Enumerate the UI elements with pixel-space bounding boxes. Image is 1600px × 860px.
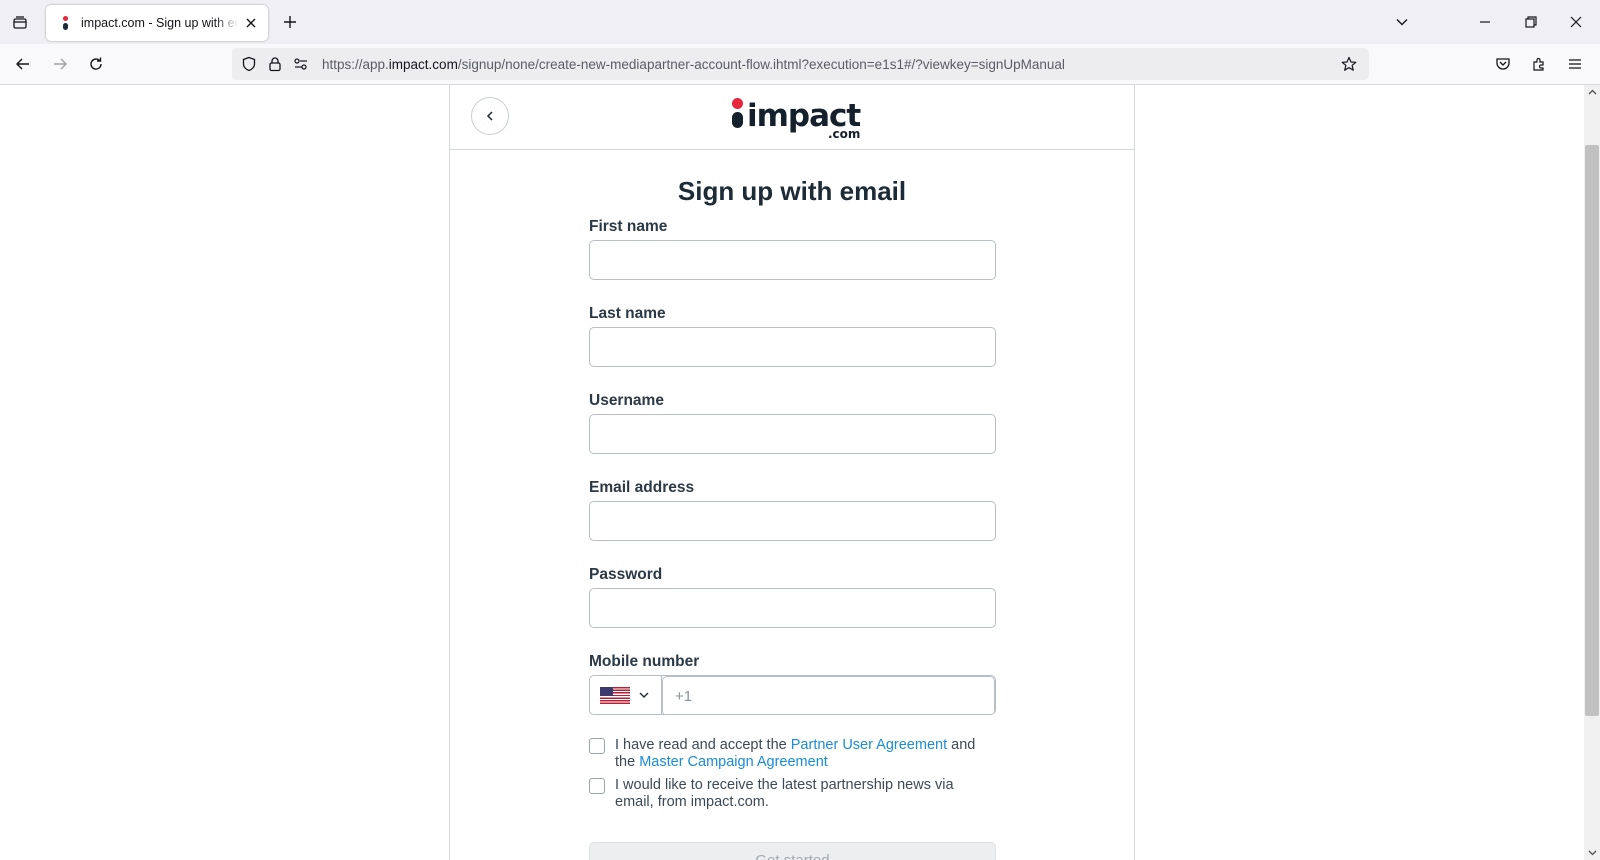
address-bar[interactable]: https://app.impact.com/signup/none/creat… (232, 48, 1369, 80)
agreement-row: I have read and accept the Partner User … (589, 737, 996, 771)
us-flag-icon (600, 686, 630, 704)
first-name-input[interactable] (589, 240, 996, 280)
tab-title: impact.com - Sign up with email (81, 16, 238, 30)
partner-user-agreement-link[interactable]: Partner User Agreement (791, 737, 947, 753)
scroll-up-icon[interactable] (1584, 85, 1600, 99)
tracking-shield-icon[interactable] (238, 53, 260, 75)
email-label: Email address (589, 479, 695, 496)
forward-arrow-icon[interactable] (46, 50, 74, 78)
permissions-icon[interactable] (290, 53, 312, 75)
card-header: impact .com (450, 85, 1134, 150)
master-campaign-agreement-link[interactable]: Master Campaign Agreement (639, 754, 828, 770)
close-tab-icon[interactable] (242, 14, 260, 32)
minimize-icon[interactable] (1471, 8, 1499, 36)
browser-tab[interactable]: impact.com - Sign up with email (46, 5, 268, 41)
phone-field (589, 675, 996, 715)
signup-form: First name Last name Username Email addr… (589, 218, 996, 811)
newsletter-checkbox[interactable] (589, 778, 605, 794)
chevron-left-icon (486, 111, 493, 121)
browser-tab-bar: impact.com - Sign up with email (0, 0, 1600, 44)
scroll-thumb[interactable] (1585, 145, 1599, 716)
mobile-label: Mobile number (589, 653, 700, 670)
reload-icon[interactable] (82, 50, 110, 78)
bookmark-star-icon[interactable] (1337, 52, 1361, 76)
mobile-group: Mobile number (589, 653, 996, 740)
browser-nav-bar: https://app.impact.com/signup/none/creat… (0, 44, 1600, 85)
newsletter-text: I would like to receive the latest partn… (615, 777, 954, 810)
tab-list-icon[interactable] (6, 9, 34, 37)
page-scrollbar[interactable] (1584, 85, 1600, 860)
email-group: Email address (589, 479, 996, 566)
page-title: Sign up with email (677, 176, 907, 206)
restore-icon[interactable] (1517, 8, 1545, 36)
password-label: Password (589, 566, 663, 583)
page-viewport: impact .com Sign up with email First nam… (0, 85, 1584, 860)
url-text[interactable]: https://app.impact.com/signup/none/creat… (322, 57, 1337, 72)
mobile-number-input[interactable] (662, 676, 995, 714)
last-name-input[interactable] (589, 327, 996, 367)
pocket-icon[interactable] (1489, 50, 1517, 78)
signup-card: impact .com Sign up with email First nam… (449, 85, 1135, 860)
agreement-text: I have read and accept the Partner User … (615, 737, 976, 770)
impact-favicon-icon (57, 15, 73, 31)
list-all-tabs-icon[interactable] (1388, 8, 1416, 36)
username-group: Username (589, 392, 996, 479)
close-window-icon[interactable] (1562, 8, 1590, 36)
password-input[interactable] (589, 588, 996, 628)
newsletter-row: I would like to receive the latest partn… (589, 777, 996, 811)
chevron-down-icon (639, 692, 649, 698)
back-arrow-icon[interactable] (9, 50, 37, 78)
country-selector[interactable] (590, 676, 662, 714)
get-started-button[interactable]: Get started (589, 842, 996, 860)
new-tab-icon[interactable] (278, 10, 302, 34)
app-menu-icon[interactable] (1561, 50, 1589, 78)
email-input[interactable] (589, 501, 996, 541)
scroll-down-icon[interactable] (1584, 846, 1600, 860)
impact-logo[interactable]: impact .com (730, 96, 861, 142)
last-name-group: Last name (589, 305, 996, 392)
back-button[interactable] (471, 97, 509, 135)
extensions-icon[interactable] (1525, 50, 1553, 78)
first-name-group: First name (589, 218, 996, 305)
agreement-checkbox[interactable] (589, 738, 605, 754)
username-label: Username (589, 392, 664, 409)
last-name-label: Last name (589, 305, 666, 322)
first-name-label: First name (589, 218, 668, 235)
lock-icon[interactable] (264, 53, 286, 75)
password-group: Password (589, 566, 996, 653)
username-input[interactable] (589, 414, 996, 454)
